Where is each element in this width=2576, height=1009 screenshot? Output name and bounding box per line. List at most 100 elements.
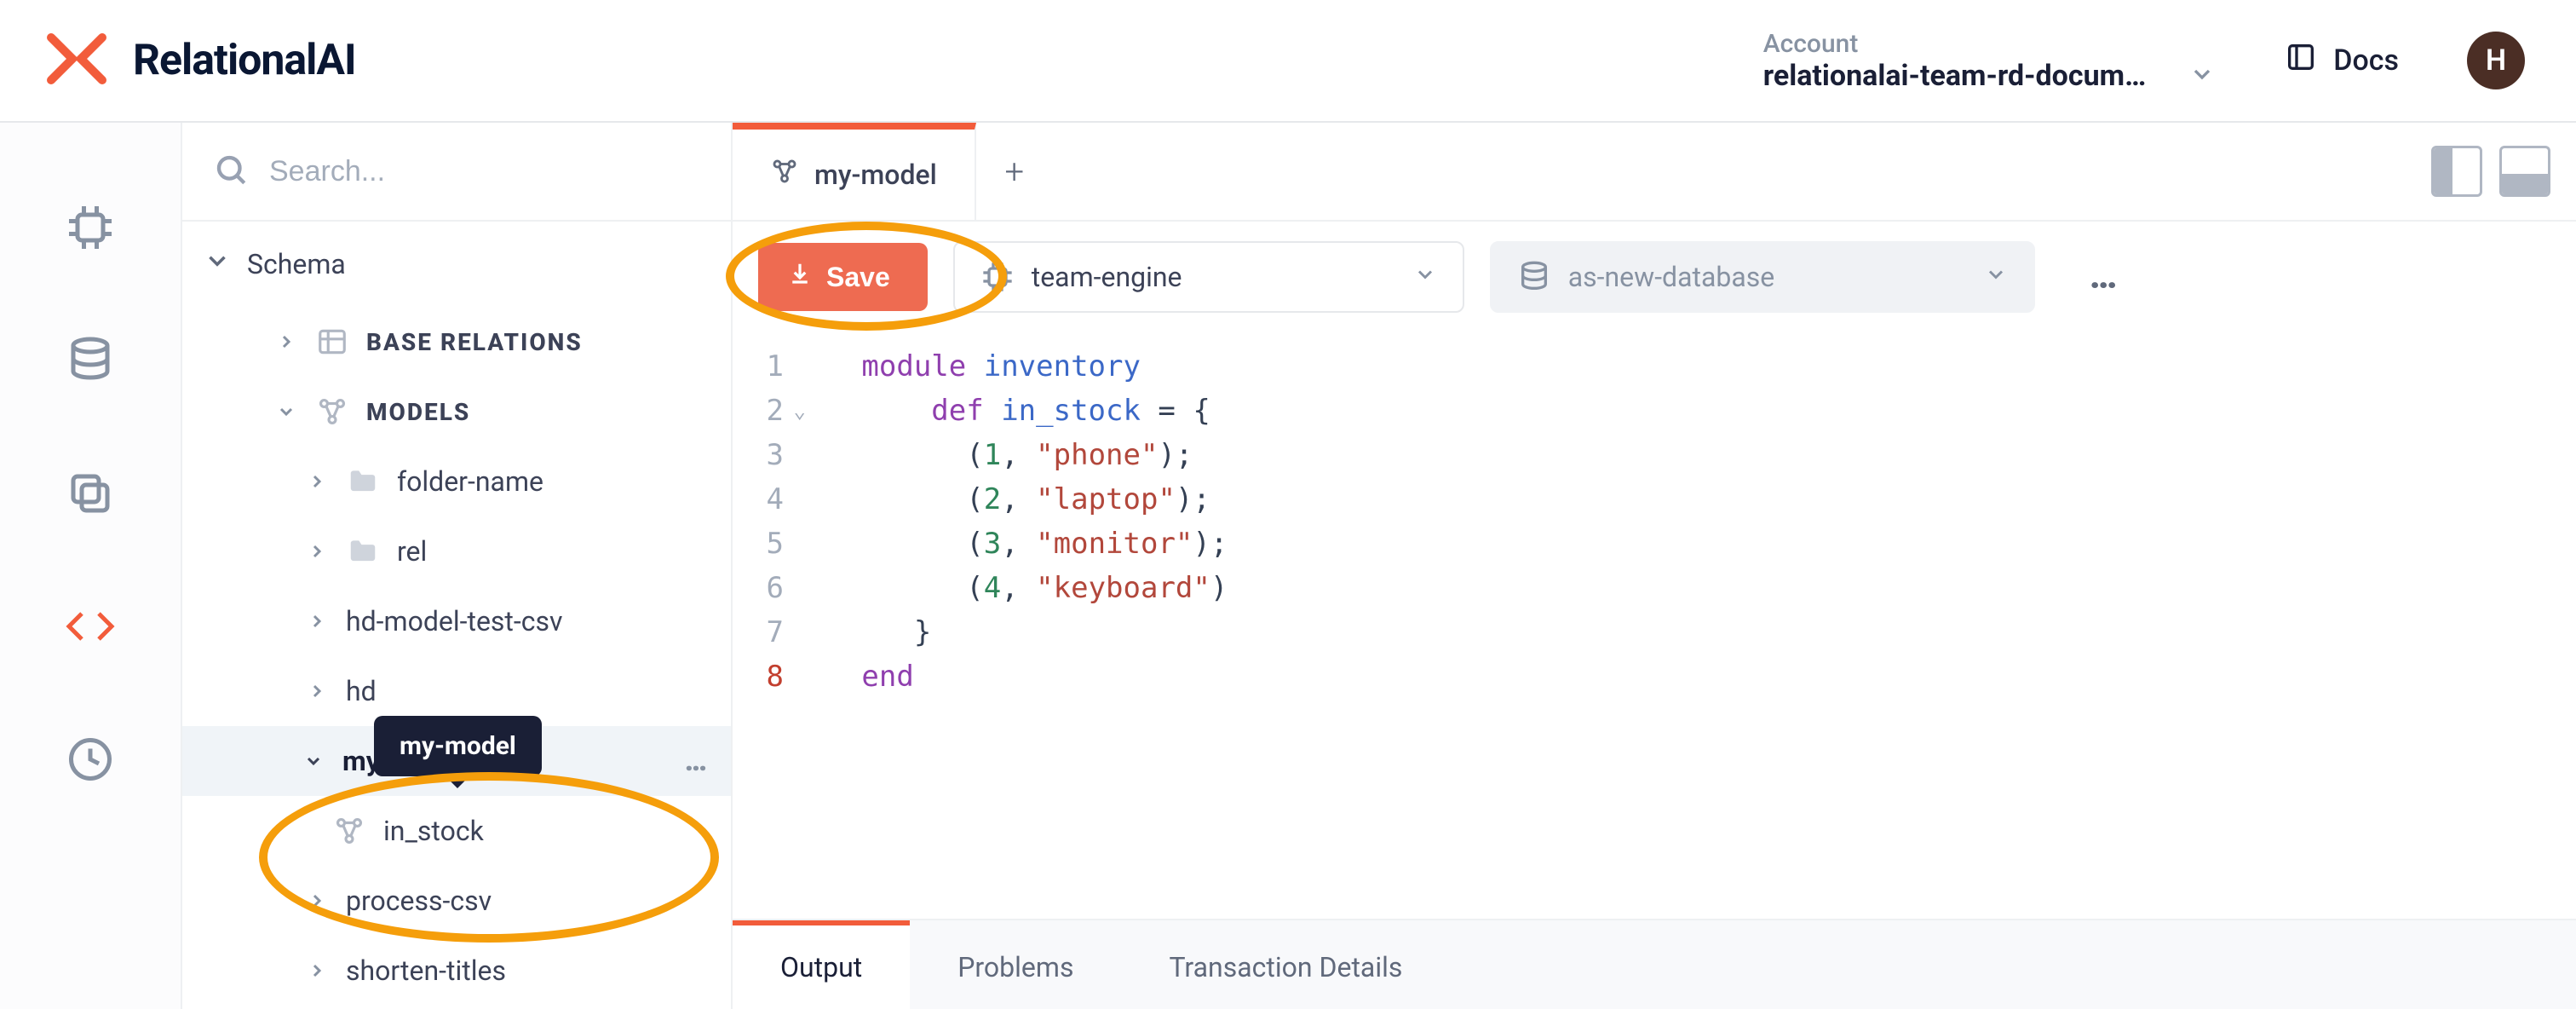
- num: 2: [984, 482, 1001, 516]
- table-icon: [315, 326, 349, 358]
- chevron-down-icon: [274, 401, 298, 422]
- tree-group-base-relations[interactable]: BASE RELATIONS: [230, 307, 731, 377]
- chevron-down-icon: [203, 246, 232, 282]
- chevron-right-icon: [305, 960, 329, 981]
- editor-area: my-model + Save team-engine: [733, 123, 2576, 1009]
- tree-item-folder-name[interactable]: folder-name: [230, 447, 731, 516]
- chevron-right-icon: [274, 332, 298, 352]
- bottom-tab-label: Transaction Details: [1169, 951, 1402, 983]
- folder-icon: [346, 535, 380, 568]
- bottom-tab-problems[interactable]: Problems: [910, 920, 1121, 1009]
- save-button[interactable]: Save: [758, 243, 928, 311]
- editor-toolbar: Save team-engine as-new-database: [733, 222, 2576, 332]
- rail-item-database[interactable]: [62, 332, 118, 389]
- brand-logo[interactable]: RelationalAI: [34, 29, 356, 92]
- punct: ,: [1001, 482, 1036, 516]
- num: 3: [984, 527, 1001, 561]
- database-select[interactable]: as-new-database: [1490, 241, 2035, 313]
- punct: );: [1193, 527, 1228, 561]
- tree-item-hd-model-test-csv[interactable]: hd-model-test-csv: [230, 586, 731, 656]
- brand-mark-icon: [34, 29, 119, 92]
- punct: (: [966, 482, 983, 516]
- punct: (: [966, 527, 983, 561]
- code-editor[interactable]: 1 module inventory 2⌄ def in_stock = { 3…: [733, 332, 2576, 919]
- top-bar: RelationalAI Account relationalai-team-r…: [0, 0, 2576, 123]
- punct: (: [966, 438, 983, 472]
- cpu-icon: [980, 260, 1015, 294]
- punct: ,: [1001, 571, 1036, 605]
- bottom-tab-label: Problems: [957, 951, 1073, 983]
- schema-header[interactable]: Schema: [182, 222, 731, 307]
- save-label: Save: [826, 262, 890, 293]
- account-name: relationalai-team-rd-docum…: [1763, 59, 2147, 93]
- database-icon: [1517, 260, 1551, 294]
- row-more-icon[interactable]: …: [685, 747, 710, 775]
- str: "keyboard": [1036, 571, 1210, 605]
- tree-item-process-csv[interactable]: process-csv: [230, 866, 731, 936]
- rail-item-history[interactable]: [62, 731, 118, 787]
- rail-item-cpu[interactable]: [62, 199, 118, 256]
- rail-item-code[interactable]: [62, 598, 118, 654]
- group-label: MODELS: [366, 398, 470, 426]
- kw-module: module: [861, 349, 983, 383]
- group-label: BASE RELATIONS: [366, 328, 583, 356]
- ident-inventory: inventory: [984, 349, 1141, 383]
- kw-def: def: [931, 394, 1001, 428]
- chevron-right-icon: [305, 891, 329, 911]
- chevron-right-icon: [305, 471, 329, 492]
- relation-icon: [332, 815, 366, 847]
- main-layout: Schema BASE RELATIONS MODELS: [0, 123, 2576, 1009]
- rail-item-copies[interactable]: [62, 465, 118, 522]
- str: "phone": [1036, 438, 1158, 472]
- bottom-tab-transaction-details[interactable]: Transaction Details: [1121, 920, 1450, 1009]
- tree-tooltip: my-model: [374, 716, 542, 776]
- model-icon: [315, 395, 349, 428]
- tree-item-label: process-csv: [346, 885, 492, 917]
- folder-icon: [346, 465, 380, 498]
- tree-item-in-stock[interactable]: in_stock: [230, 796, 731, 866]
- docs-link[interactable]: Docs: [2284, 40, 2399, 82]
- ident-in-stock: in_stock: [1001, 394, 1141, 428]
- tree-item-label: hd-model-test-csv: [346, 605, 563, 637]
- tree-item-rel[interactable]: rel: [230, 516, 731, 586]
- tree-item-label: rel: [397, 535, 427, 568]
- punct: );: [1176, 482, 1210, 516]
- account-label: Account: [1763, 29, 2217, 59]
- docs-label: Docs: [2333, 43, 2399, 78]
- tab-label: my-model: [814, 159, 937, 191]
- punct: }: [914, 615, 931, 649]
- engine-select[interactable]: team-engine: [953, 241, 1464, 313]
- engine-value: team-engine: [1032, 261, 1182, 293]
- toggle-bottom-panel-button[interactable]: [2499, 146, 2550, 197]
- search-icon: [213, 152, 249, 191]
- punct: );: [1158, 438, 1193, 472]
- chevron-right-icon: [305, 611, 329, 631]
- schema-search[interactable]: [182, 123, 731, 222]
- chevron-right-icon: [305, 681, 329, 701]
- str: "laptop": [1036, 482, 1176, 516]
- str: "monitor": [1036, 527, 1193, 561]
- chevron-down-icon: [1984, 261, 2008, 293]
- toolbar-more-icon[interactable]: …: [2090, 259, 2123, 295]
- tree-item-label: shorten-titles: [346, 954, 506, 987]
- account-selector[interactable]: Account relationalai-team-rd-docum…: [1763, 29, 2217, 93]
- book-icon: [2284, 40, 2318, 82]
- database-value: as-new-database: [1568, 261, 1774, 293]
- schema-header-label: Schema: [247, 248, 346, 280]
- bottom-tab-output[interactable]: Output: [733, 920, 910, 1009]
- tree-item-shorten-titles[interactable]: shorten-titles: [230, 936, 731, 1006]
- editor-tabs: my-model +: [733, 123, 2576, 222]
- kw-end: end: [861, 660, 913, 694]
- tree-group-models[interactable]: MODELS: [230, 377, 731, 447]
- editor-tab-my-model[interactable]: my-model: [733, 123, 976, 220]
- avatar-initial: H: [2486, 43, 2506, 78]
- search-input[interactable]: [269, 155, 700, 188]
- download-icon: [787, 261, 813, 293]
- new-tab-button[interactable]: +: [976, 123, 1053, 220]
- toggle-side-panel-button[interactable]: [2431, 146, 2482, 197]
- model-icon: [770, 157, 799, 193]
- punct: ): [1210, 571, 1228, 605]
- schema-tree: BASE RELATIONS MODELS folder-name rel: [182, 307, 731, 1006]
- user-avatar[interactable]: H: [2467, 32, 2525, 89]
- fold-icon[interactable]: ⌄: [794, 389, 806, 433]
